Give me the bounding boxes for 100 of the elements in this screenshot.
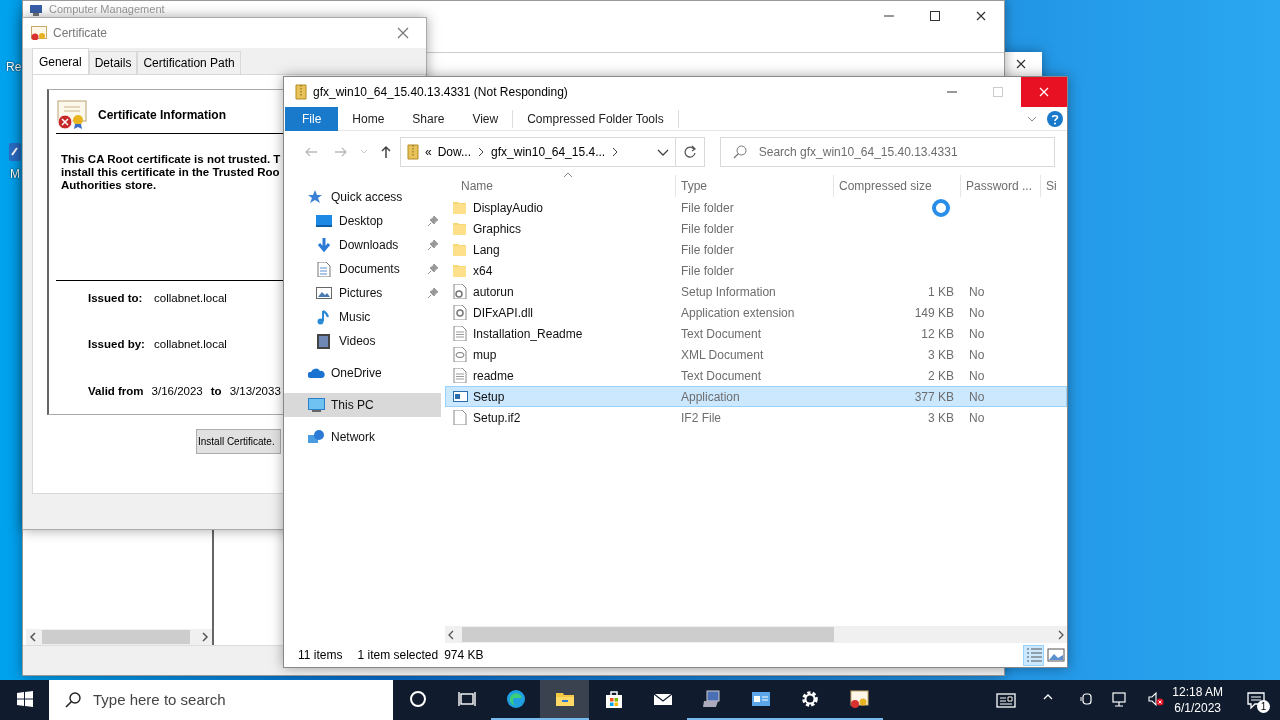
file-row[interactable]: Installation_Readme Text Document 12 KB No [445,323,1067,344]
column-header[interactable]: Password ... [960,175,1040,197]
section-heading: Certificate Information [98,107,226,124]
column-header[interactable]: Type [675,175,833,197]
network-icon[interactable] [1112,691,1129,709]
desktop-shortcut-icon [8,142,22,162]
nav-item[interactable]: Downloads [284,233,441,257]
file-size: 377 KB [914,389,954,404]
help-icon[interactable] [1047,110,1063,127]
file-type: Text Document [681,326,762,341]
file-name: DIFxAPI.dll [473,304,533,322]
ribbon-tab[interactable]: Compressed Folder Tools [513,106,678,131]
certificate-icon [848,689,869,709]
clock[interactable]: 12:18 AM 6/1/2023 [1172,684,1223,716]
breadcrumb-overflow[interactable]: « [425,143,432,161]
column-header[interactable]: Si [1040,175,1080,197]
tab[interactable]: Certification Path [137,51,241,74]
column-header[interactable]: Compressed size [833,175,960,197]
file-name: autorun [473,283,514,301]
down-arrow-icon [316,237,333,253]
breadcrumb[interactable]: Dow... [437,143,472,161]
details-view-button[interactable] [1023,644,1044,666]
document-icon [316,261,333,277]
close-icon [975,10,987,22]
nav-item[interactable]: Desktop [284,209,441,233]
file-row[interactable]: x64 File folder [445,260,1067,281]
tab[interactable]: Details [88,51,138,74]
file-row[interactable]: Setup Application 377 KB No [445,386,1067,407]
chevron-icon[interactable] [611,147,620,157]
ribbon-tab[interactable]: Share [398,106,459,131]
file-row[interactable]: mup XML Document 3 KB No [445,344,1067,365]
file-type: File folder [681,263,734,278]
image-icon [316,285,333,301]
file-type: Application [681,389,740,404]
nav-item[interactable]: Music [284,305,441,329]
maximize-icon [992,86,1004,98]
scrollbar-thumb[interactable] [42,630,190,644]
volume-muted-icon[interactable] [1148,691,1165,709]
field-value: 3/16/2023 [151,383,203,399]
computer-icon [308,397,325,413]
file-row[interactable]: autorun Setup Information 1 KB No [445,281,1067,302]
busy-cursor-icon [931,198,951,218]
field-label: Issued to: [88,291,144,306]
file-row[interactable]: Graphics File folder [445,218,1067,239]
file-size: 2 KB [928,368,954,383]
file-type: XML Document [681,347,764,362]
ribbon-tab[interactable]: View [458,106,513,131]
field-label: Valid from [88,383,144,399]
file-name: readme [473,367,514,385]
field-value: collabnet.local [154,291,227,306]
text-file-icon [453,326,468,341]
ribbon-tab[interactable]: Home [338,106,399,131]
folder-icon [453,200,468,215]
nav-item[interactable]: Videos [284,329,441,353]
close-icon [1038,86,1050,98]
password-protected: No [969,368,985,383]
nav-item[interactable]: OneDrive [284,361,441,385]
computer-icon [29,4,43,16]
search-field[interactable]: Search gfx_win10_64_15.40.13.4331 [719,137,1055,167]
up-icon[interactable] [379,145,393,159]
file-row[interactable]: DisplayAudio File folder [445,197,1067,218]
notification-count: 1 [1257,700,1270,713]
taskbar-app-button[interactable] [540,680,589,720]
address-bar[interactable]: « Dow... gfx_win10_64_15.4... [400,137,677,167]
news-icon[interactable] [996,691,1017,709]
file-type: File folder [681,221,734,236]
notification-icon [1246,690,1266,710]
maximize-icon [929,10,941,22]
file-row[interactable]: DIFxAPI.dll Application extension 149 KB No [445,302,1067,323]
xml-file-icon [453,347,468,362]
window-title: Computer Management [49,3,165,16]
nav-item[interactable]: Documents [284,257,441,281]
tab[interactable]: General [32,48,89,74]
nav-item[interactable]: This PC [284,393,441,417]
file-row[interactable]: Lang File folder [445,239,1067,260]
chevron-icon[interactable] [477,147,486,157]
field-value: collabnet.local [154,337,227,353]
breadcrumb[interactable]: gfx_win10_64_15.4... [491,143,606,161]
file-row[interactable]: readme Text Document 2 KB No [445,365,1067,386]
taskbar-search-field[interactable]: Type here to search [49,680,393,720]
refresh-icon [682,145,697,159]
file-row[interactable]: Setup.if2 IF2 File 3 KB No [445,407,1067,428]
cortana-icon [407,689,428,709]
action-center-button[interactable]: 1 [1232,680,1280,720]
nav-item[interactable]: Pictures [284,281,441,305]
nav-item[interactable]: Quick access [284,185,441,209]
refresh-button[interactable] [676,137,705,167]
zip-folder-icon [407,144,419,160]
scrollbar-thumb[interactable] [462,627,834,642]
ribbon-tab[interactable]: File [285,106,339,131]
edge-icon [505,689,526,709]
field-label: to [210,383,222,399]
file-name: Lang [473,241,500,259]
file-size: 12 KB [921,326,954,341]
close-icon [397,27,409,39]
folder-icon [453,221,468,236]
column-header[interactable]: Name [445,175,675,197]
install-certificate-button[interactable]: Install Certificate. [196,429,281,454]
nav-item[interactable]: Network [284,425,441,449]
close-icon [1015,58,1027,70]
